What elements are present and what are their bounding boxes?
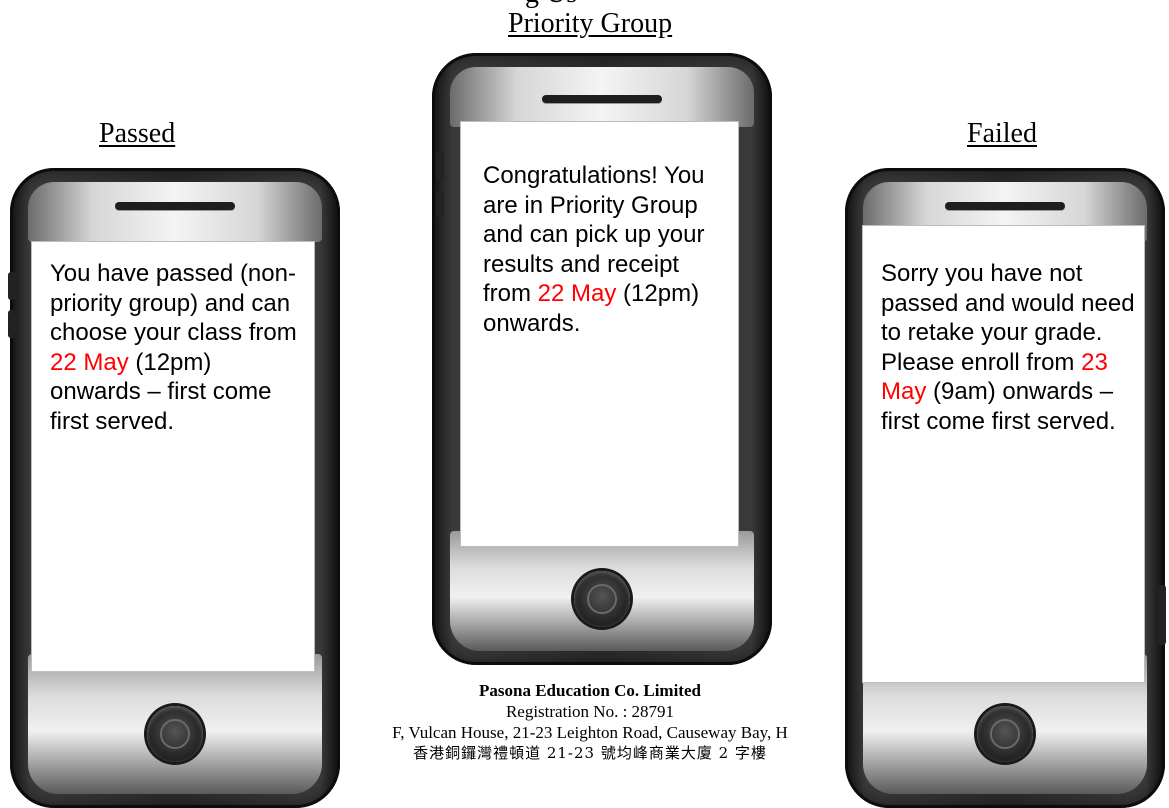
passed-screen: You have passed (non-priority group) and… bbox=[31, 241, 315, 672]
home-button-icon bbox=[977, 706, 1033, 762]
passed-date: 22 May bbox=[50, 348, 129, 376]
registration-number: Registration No. : 28791 bbox=[505, 702, 675, 721]
side-button-icon bbox=[1158, 585, 1166, 645]
home-button-icon bbox=[147, 706, 203, 762]
company-address-chinese: 香港銅鑼灣禮頓道 21-23 號均峰商業大廈 2 字樓 bbox=[413, 744, 767, 762]
company-address: F, Vulcan House, 21-23 Leighton Road, Ca… bbox=[392, 723, 788, 742]
home-button-icon bbox=[574, 571, 630, 627]
side-button-icon bbox=[436, 152, 444, 180]
side-button-icon bbox=[8, 272, 16, 300]
priority-date: 22 May bbox=[537, 280, 617, 307]
priority-screen: Congratulations! You are in Priority Gro… bbox=[460, 121, 739, 547]
failed-screen: Sorry you have not passed and would need… bbox=[862, 225, 1145, 683]
passed-label: Passed bbox=[99, 118, 176, 149]
side-button-icon bbox=[8, 310, 16, 338]
failed-message: Sorry you have not passed and would need… bbox=[881, 260, 1135, 435]
speaker-icon bbox=[945, 202, 1065, 210]
company-name: Pasona Education Co. Limited bbox=[479, 681, 701, 700]
priority-message: Congratulations! You are in Priority Gro… bbox=[483, 162, 705, 337]
speaker-icon bbox=[115, 202, 235, 210]
speaker-icon bbox=[542, 95, 662, 103]
side-button-icon bbox=[436, 190, 444, 218]
priority-group-label: Priority Group bbox=[508, 8, 673, 39]
company-footer: Pasona Education Co. Limited Registratio… bbox=[330, 680, 850, 764]
passed-message: You have passed (non-priority group) and… bbox=[50, 260, 297, 435]
failed-label: Failed bbox=[967, 118, 1037, 149]
